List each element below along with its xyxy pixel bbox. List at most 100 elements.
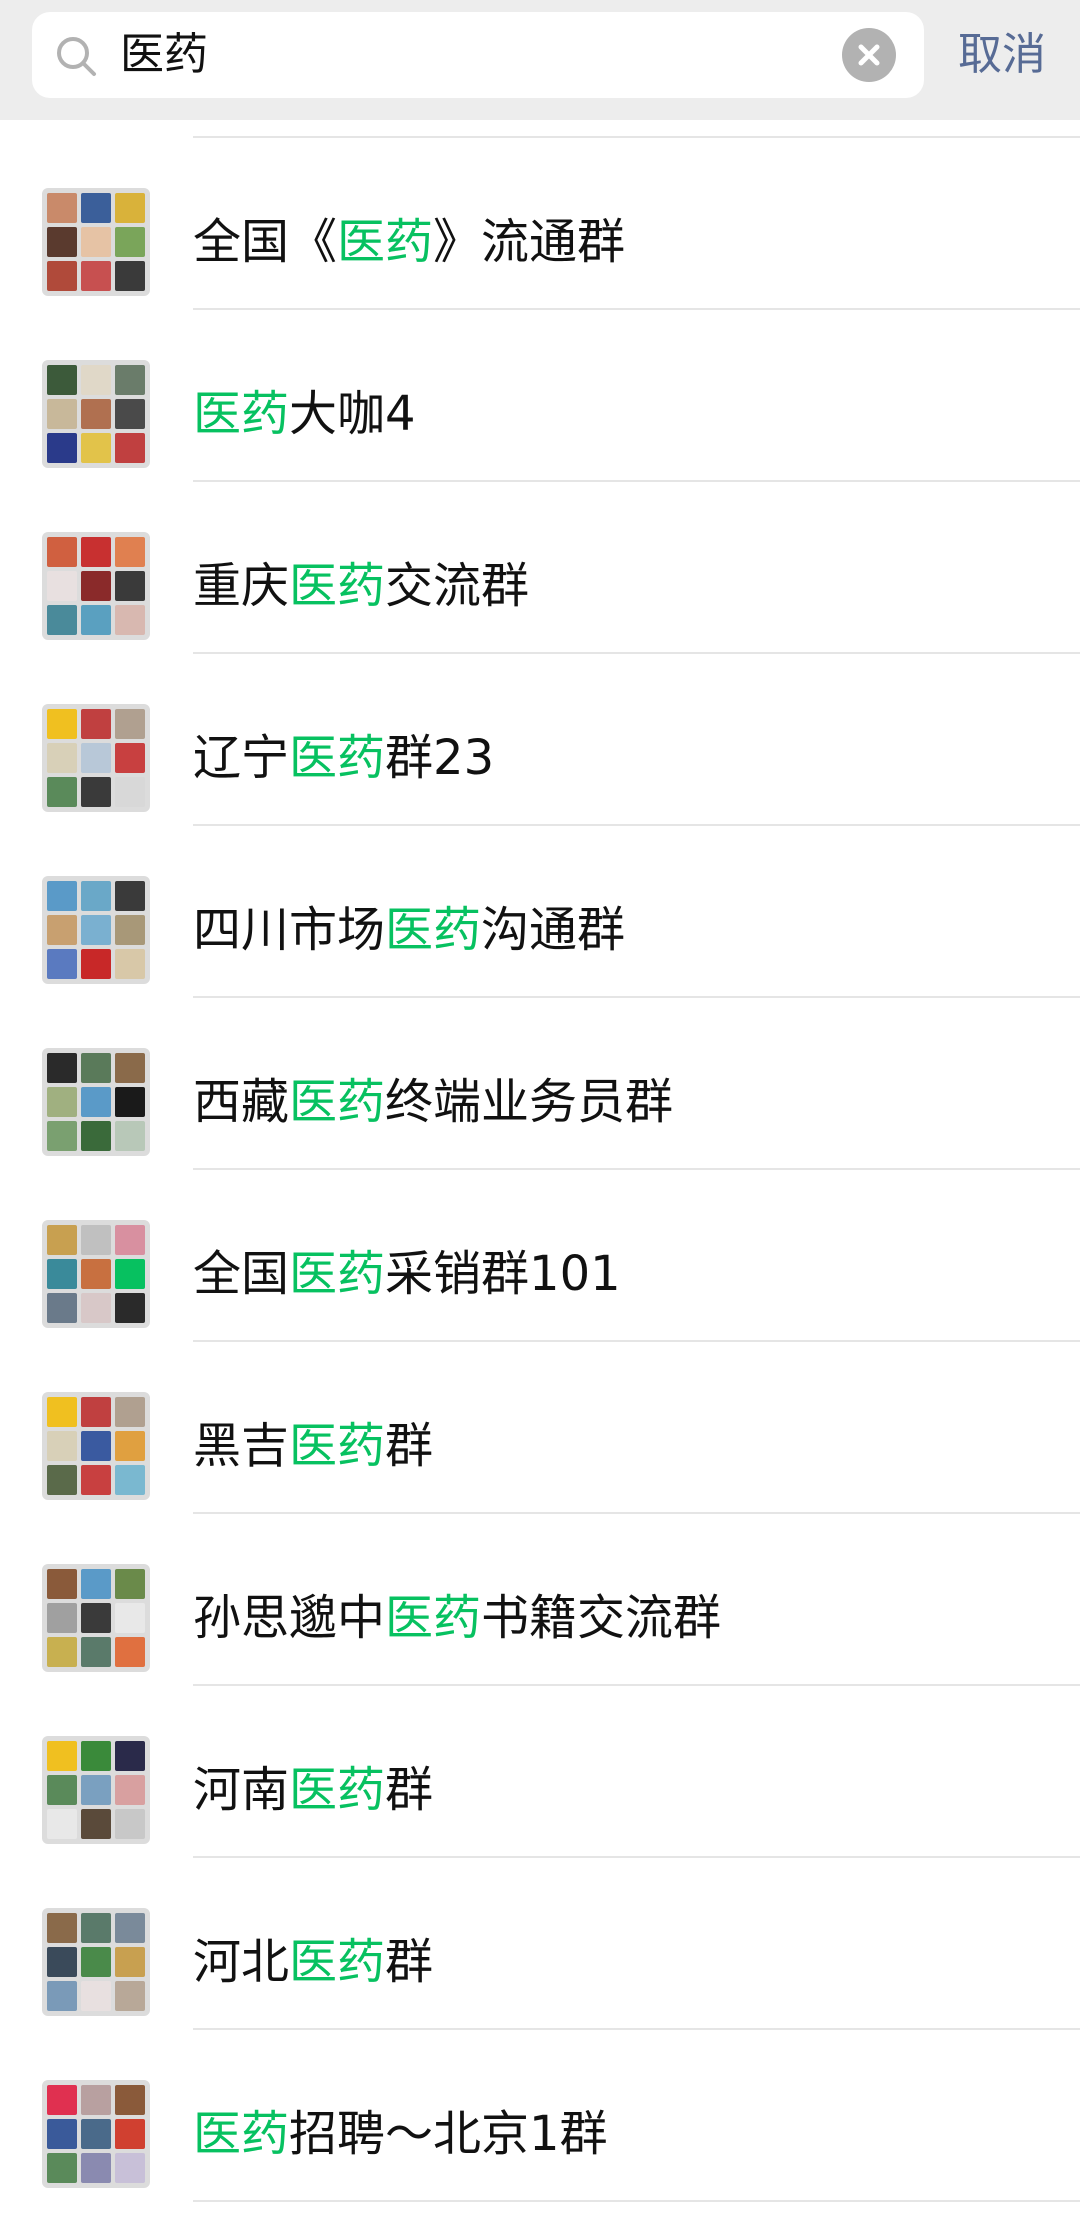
group-name: 重庆医药交流群 xyxy=(193,532,529,640)
avatar-tile xyxy=(81,193,111,223)
group-avatar xyxy=(42,1908,150,2016)
group-avatar xyxy=(42,1048,150,1156)
avatar-tile xyxy=(115,1087,145,1117)
avatar-tile xyxy=(81,605,111,635)
search-box[interactable]: 医药 xyxy=(32,12,924,98)
group-avatar xyxy=(42,876,150,984)
avatar-tile xyxy=(115,571,145,601)
avatar-tile xyxy=(81,2085,111,2115)
search-input[interactable]: 医药 xyxy=(120,12,208,98)
search-icon xyxy=(57,37,96,76)
avatar-tile xyxy=(115,193,145,223)
avatar-tile xyxy=(47,915,77,945)
search-match-highlight: 医药 xyxy=(289,558,386,614)
avatar-tile xyxy=(115,605,145,635)
group-name-suffix: 终端业务员群 xyxy=(385,1074,674,1130)
group-chat-item[interactable]: 重庆医药交流群 xyxy=(0,482,1080,654)
group-name-suffix: 招聘～北京1群 xyxy=(289,2106,608,2162)
avatar-tile xyxy=(115,537,145,567)
avatar-tile xyxy=(47,1981,77,2011)
avatar-tile xyxy=(81,777,111,807)
search-match-highlight: 医药 xyxy=(289,1418,386,1474)
group-name-suffix: 群 xyxy=(385,1418,434,1474)
group-name-prefix: 四川市场 xyxy=(193,902,386,958)
avatar-tile xyxy=(115,1637,145,1667)
group-avatar xyxy=(42,188,150,296)
group-name-prefix: 全国《 xyxy=(193,214,338,270)
avatar-tile xyxy=(81,365,111,395)
group-name: 河南医药群 xyxy=(193,1736,433,1844)
group-chat-item[interactable]: 孙思邈中医药书籍交流群 xyxy=(0,1514,1080,1686)
avatar-tile xyxy=(81,1913,111,1943)
clear-search-button[interactable] xyxy=(842,28,896,82)
avatar-tile xyxy=(81,915,111,945)
search-header: 医药 取消 xyxy=(0,0,1080,120)
group-chat-item[interactable]: 四川市场医药沟通群 xyxy=(0,826,1080,998)
avatar-tile xyxy=(115,2153,145,2183)
group-avatar xyxy=(42,1220,150,1328)
avatar-tile xyxy=(81,1775,111,1805)
avatar-tile xyxy=(47,709,77,739)
avatar-tile xyxy=(115,1947,145,1977)
avatar-tile xyxy=(115,949,145,979)
group-name: 孙思邈中医药书籍交流群 xyxy=(193,1564,721,1672)
avatar-tile xyxy=(47,1121,77,1151)
avatar-tile xyxy=(47,881,77,911)
search-match-highlight: 医药 xyxy=(337,214,434,270)
avatar-tile xyxy=(47,1603,77,1633)
avatar-tile xyxy=(115,1397,145,1427)
search-match-highlight: 医药 xyxy=(289,1762,386,1818)
avatar-tile xyxy=(47,1775,77,1805)
avatar-tile xyxy=(81,1053,111,1083)
avatar-tile xyxy=(115,399,145,429)
avatar-tile xyxy=(47,2085,77,2115)
avatar-tile xyxy=(115,1293,145,1323)
avatar-tile xyxy=(115,881,145,911)
avatar-tile xyxy=(81,1603,111,1633)
avatar-tile xyxy=(115,1809,145,1839)
group-name-suffix: 群 xyxy=(385,1934,434,1990)
group-chat-item[interactable]: 西藏医药终端业务员群 xyxy=(0,998,1080,1170)
search-match-highlight: 医药 xyxy=(289,1934,386,1990)
group-chat-item[interactable]: 全国《医药》流通群 xyxy=(0,138,1080,310)
search-match-highlight: 医药 xyxy=(289,1074,386,1130)
group-name: 河北医药群 xyxy=(193,1908,433,2016)
group-chat-item[interactable]: 全国医药采销群101 xyxy=(0,1170,1080,1342)
list-divider xyxy=(193,2200,1080,2202)
avatar-tile xyxy=(81,433,111,463)
avatar-tile xyxy=(115,1259,145,1289)
avatar-tile xyxy=(115,1981,145,2011)
avatar-tile xyxy=(47,1913,77,1943)
group-name-suffix: 交流群 xyxy=(385,558,530,614)
avatar-tile xyxy=(115,743,145,773)
avatar-tile xyxy=(47,261,77,291)
avatar-tile xyxy=(81,743,111,773)
avatar-tile xyxy=(47,193,77,223)
avatar-tile xyxy=(115,1225,145,1255)
avatar-tile xyxy=(47,1569,77,1599)
group-chat-item[interactable]: 黑吉医药群 xyxy=(0,1342,1080,1514)
group-name-prefix: 孙思邈中 xyxy=(193,1590,386,1646)
group-name: 全国医药采销群101 xyxy=(193,1220,621,1328)
group-chat-item[interactable]: 河北医药群 xyxy=(0,1858,1080,2030)
avatar-tile xyxy=(115,2085,145,2115)
avatar-tile xyxy=(47,1465,77,1495)
list-divider xyxy=(193,120,1080,138)
avatar-tile xyxy=(47,2119,77,2149)
group-name: 四川市场医药沟通群 xyxy=(193,876,625,984)
avatar-tile xyxy=(81,1637,111,1667)
group-name-suffix: 》流通群 xyxy=(433,214,626,270)
group-chat-item[interactable]: 医药大咖4 xyxy=(0,310,1080,482)
group-chat-item[interactable]: 医药招聘～北京1群 xyxy=(0,2030,1080,2202)
avatar-tile xyxy=(115,1913,145,1943)
avatar-tile xyxy=(115,365,145,395)
search-results-list: 全国《医药》流通群 医药大咖4 重庆医药交流群 辽宁医药群23 四川市场医药沟通群 西藏医… xyxy=(0,120,1080,2202)
group-chat-item[interactable]: 辽宁医药群23 xyxy=(0,654,1080,826)
cancel-button[interactable]: 取消 xyxy=(958,12,1046,98)
group-chat-item[interactable]: 河南医药群 xyxy=(0,1686,1080,1858)
group-name-suffix: 书籍交流群 xyxy=(481,1590,722,1646)
avatar-tile xyxy=(47,537,77,567)
avatar-tile xyxy=(115,1603,145,1633)
avatar-tile xyxy=(47,227,77,257)
avatar-tile xyxy=(81,1431,111,1461)
